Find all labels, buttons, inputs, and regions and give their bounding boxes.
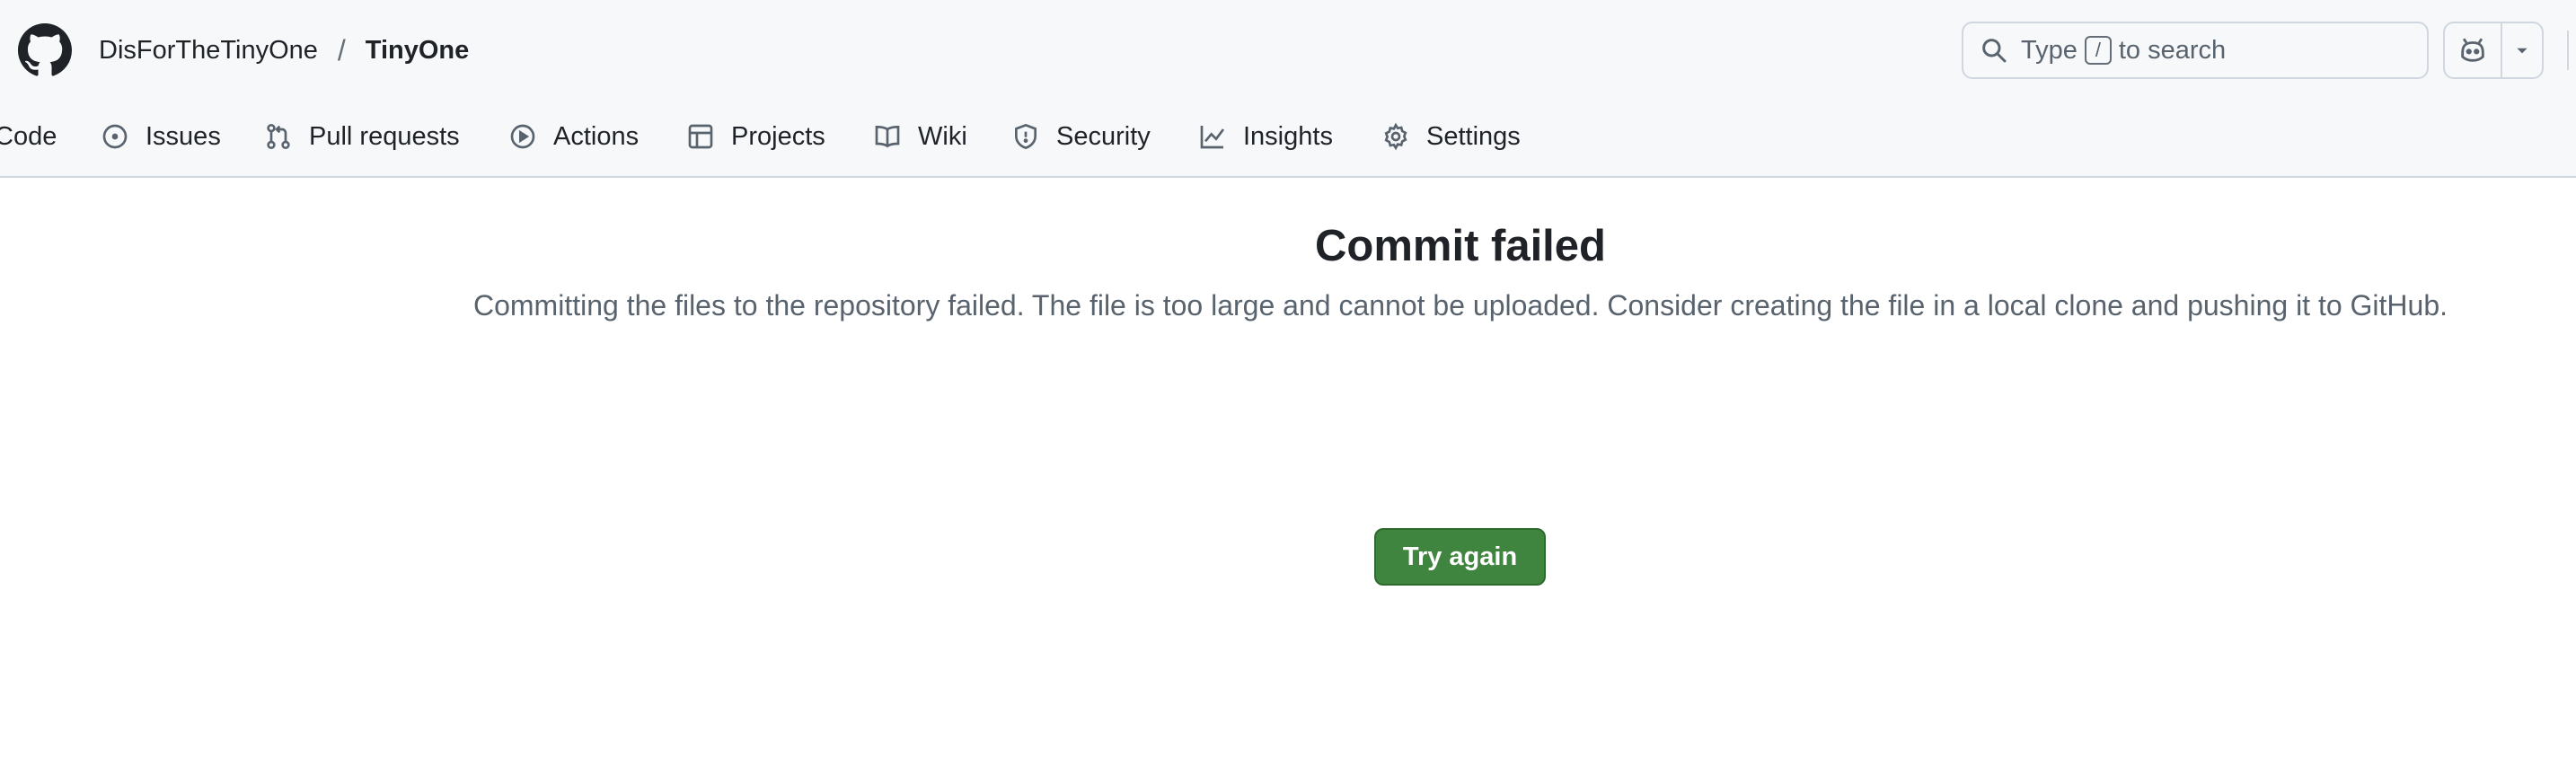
search-placeholder-prefix: Type xyxy=(2021,35,2078,65)
gear-icon xyxy=(1384,122,1407,151)
shield-icon xyxy=(1015,123,1037,150)
tab-insights-label: Insights xyxy=(1243,121,1333,151)
tab-code-label: Code xyxy=(0,121,57,151)
search-placeholder-suffix: to search xyxy=(2118,35,2227,65)
repo-owner-link[interactable]: DisForTheTinyOne xyxy=(99,36,318,66)
tab-pull-requests-label: Pull requests xyxy=(309,121,460,151)
play-icon xyxy=(510,124,535,149)
copilot-icon xyxy=(2461,38,2484,62)
tab-code[interactable]: Code xyxy=(0,108,57,165)
search-icon xyxy=(1982,39,2007,63)
tab-security[interactable]: Security xyxy=(1011,108,1151,165)
book-icon xyxy=(875,125,900,148)
tab-wiki-label: Wiki xyxy=(918,121,967,151)
tab-projects-label: Projects xyxy=(731,121,825,151)
tab-projects[interactable]: Projects xyxy=(686,108,825,165)
tab-actions[interactable]: Actions xyxy=(508,108,639,165)
tab-security-label: Security xyxy=(1056,121,1151,151)
header-divider xyxy=(2567,31,2569,70)
copilot-button[interactable] xyxy=(2445,23,2502,77)
search-input[interactable]: Type / to search xyxy=(1962,22,2429,79)
breadcrumb: DisForTheTinyOne / TinyOne xyxy=(99,32,469,68)
repo-header: DisForTheTinyOne / TinyOne Type / to sea… xyxy=(0,0,2576,178)
tab-issues-label: Issues xyxy=(146,121,221,151)
copilot-menu-button[interactable] xyxy=(2502,23,2542,77)
issue-opened-icon xyxy=(102,124,128,149)
try-again-button[interactable]: Try again xyxy=(1374,528,1546,586)
breadcrumb-separator: / xyxy=(337,33,346,66)
tab-pull-requests[interactable]: Pull requests xyxy=(264,108,460,165)
tab-wiki[interactable]: Wiki xyxy=(873,108,967,165)
error-title: Commit failed xyxy=(1315,222,1606,270)
copilot-button-group xyxy=(2443,22,2544,79)
tab-insights[interactable]: Insights xyxy=(1198,108,1333,165)
git-pull-request-icon xyxy=(267,124,290,149)
tab-issues[interactable]: Issues xyxy=(101,108,221,165)
repo-name-link[interactable]: TinyOne xyxy=(366,36,470,66)
tab-settings[interactable]: Settings xyxy=(1381,108,1521,165)
slash-key-hint: / xyxy=(2084,36,2112,65)
triangle-down-icon xyxy=(2517,48,2527,54)
tab-actions-label: Actions xyxy=(553,121,640,151)
table-icon xyxy=(688,124,713,149)
github-logo-icon[interactable] xyxy=(18,23,72,77)
graph-icon xyxy=(1200,126,1225,149)
error-description: Committing the files to the repository f… xyxy=(472,289,2448,322)
tab-settings-label: Settings xyxy=(1426,121,1521,151)
